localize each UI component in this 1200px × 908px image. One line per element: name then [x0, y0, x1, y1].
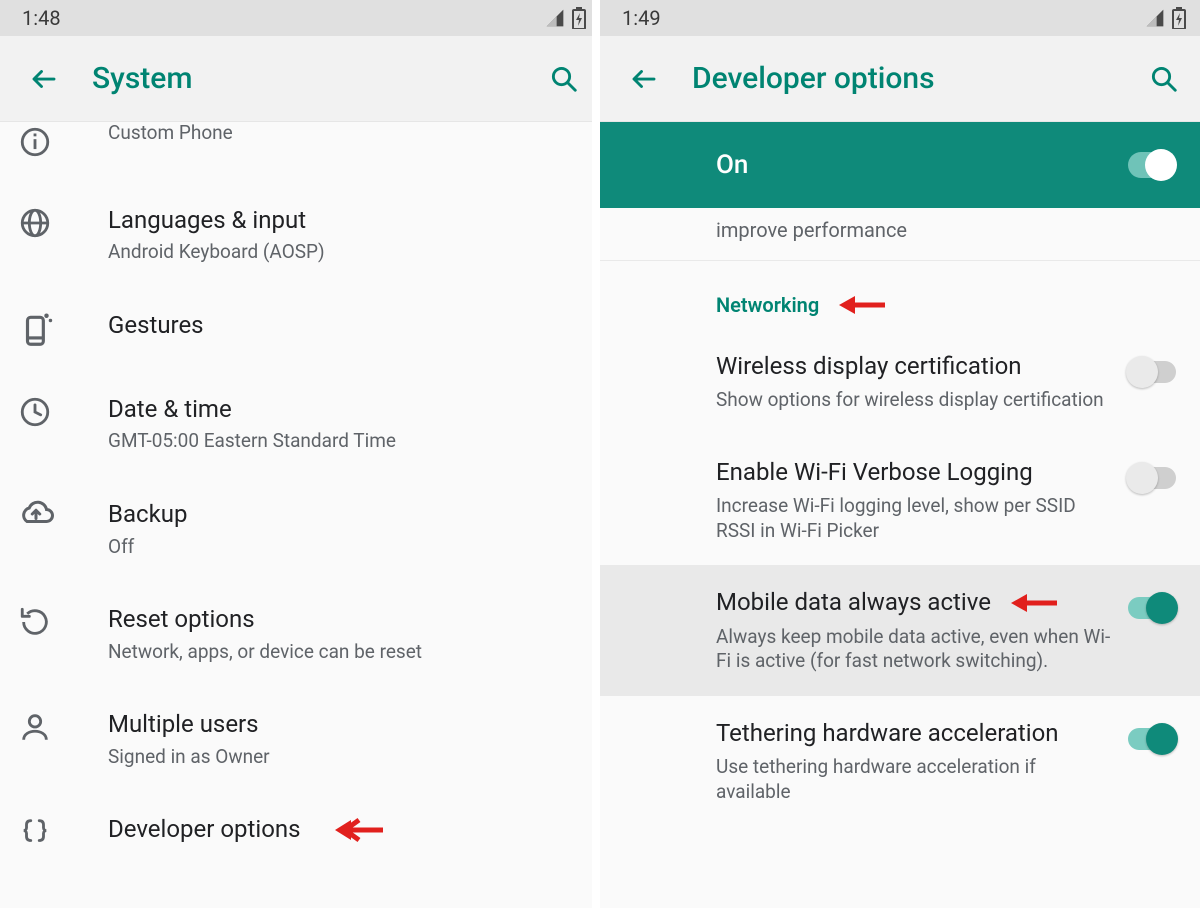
clock-icon [18, 395, 52, 429]
developer-options-master-toggle[interactable]: On [600, 122, 1200, 208]
list-item-multiple-users[interactable]: Multiple users Signed in as Owner [0, 686, 600, 791]
arrow-left-icon [629, 64, 659, 94]
item-title: Date & time [108, 393, 576, 425]
globe-icon [18, 206, 52, 240]
toggle-item-mobile-data-always-active[interactable]: Mobile data always active Always keep mo… [600, 565, 1200, 696]
phone-right-developer-options: 1:49 Developer options On improve perfor… [592, 0, 1200, 908]
list-item-backup[interactable]: Backup Off [0, 476, 600, 581]
search-icon [1149, 64, 1179, 94]
item-title: Gestures [108, 309, 576, 341]
item-subtitle: GMT-05:00 Eastern Standard Time [108, 429, 576, 454]
person-icon [18, 710, 52, 744]
toggle-switch[interactable] [1128, 361, 1176, 383]
item-subtitle: Always keep mobile data active, even whe… [716, 625, 1112, 674]
list-item-languages[interactable]: Languages & input Android Keyboard (AOSP… [0, 182, 600, 287]
gesture-icon [18, 311, 56, 349]
status-bar: 1:49 [600, 0, 1200, 36]
arrow-left-icon [29, 64, 59, 94]
item-subtitle: Increase Wi-Fi logging level, show per S… [716, 494, 1112, 543]
status-icons [1144, 7, 1186, 29]
page-title: System [92, 61, 516, 96]
toggle-item-tethering-hw-accel[interactable]: Tethering hardware acceleration Use teth… [600, 696, 1200, 827]
search-button[interactable] [1142, 57, 1186, 101]
page-title: Developer options [692, 61, 1116, 96]
item-title: Reset options [108, 603, 576, 635]
signal-icon [544, 8, 566, 28]
battery-charging-icon [572, 7, 586, 29]
status-icons [544, 7, 586, 29]
annotation-arrow-icon [331, 816, 383, 844]
app-bar: Developer options [600, 36, 1200, 122]
info-icon [18, 125, 52, 159]
toggle-item-wireless-display-cert[interactable]: Wireless display certification Show opti… [600, 329, 1200, 435]
partial-item-subtitle: improve performance [600, 208, 1200, 261]
list-item-about-phone[interactable]: About phone Custom Phone [0, 122, 600, 182]
search-icon [549, 64, 579, 94]
item-subtitle: Off [108, 535, 576, 560]
item-subtitle: Custom Phone [108, 121, 576, 146]
list-item-developer-options[interactable]: Developer options [0, 791, 600, 871]
item-title: Enable Wi-Fi Verbose Logging [716, 457, 1112, 488]
back-button[interactable] [22, 57, 66, 101]
section-title: Networking [716, 293, 819, 317]
toggle-switch[interactable] [1128, 597, 1176, 619]
status-bar: 1:48 [0, 0, 600, 36]
status-time: 1:49 [622, 6, 661, 30]
item-title: Tethering hardware acceleration [716, 718, 1112, 749]
list-item-gestures[interactable]: Gestures [0, 287, 600, 371]
annotation-arrow-icon [1009, 591, 1057, 615]
signal-icon [1144, 8, 1166, 28]
cloud-upload-icon [18, 500, 54, 528]
item-title: Developer options [108, 813, 301, 845]
annotation-arrow-icon [837, 293, 885, 317]
item-subtitle: Android Keyboard (AOSP) [108, 240, 576, 265]
item-title: Mobile data always active [716, 587, 991, 618]
banner-label: On [624, 150, 1128, 180]
search-button[interactable] [542, 57, 586, 101]
item-subtitle: Show options for wireless display certif… [716, 388, 1112, 413]
list-item-date-time[interactable]: Date & time GMT-05:00 Eastern Standard T… [0, 371, 600, 476]
back-button[interactable] [622, 57, 666, 101]
reset-icon [18, 605, 52, 639]
item-subtitle: Use tethering hardware acceleration if a… [716, 755, 1112, 804]
item-subtitle: Network, apps, or device can be reset [108, 640, 576, 665]
item-title: Backup [108, 498, 576, 530]
toggle-switch[interactable] [1128, 728, 1176, 750]
list-item-reset[interactable]: Reset options Network, apps, or device c… [0, 581, 600, 686]
item-title: Wireless display certification [716, 351, 1112, 382]
section-header-networking: Networking [600, 261, 1200, 329]
toggle-item-wifi-verbose[interactable]: Enable Wi-Fi Verbose Logging Increase Wi… [600, 435, 1200, 566]
item-title: Multiple users [108, 708, 576, 740]
braces-icon [18, 815, 52, 849]
toggle-switch[interactable] [1128, 467, 1176, 489]
settings-list: About phone Custom Phone Languages & inp… [0, 122, 600, 871]
item-title: Languages & input [108, 204, 576, 236]
battery-charging-icon [1172, 7, 1186, 29]
toggle-switch-on[interactable] [1128, 152, 1176, 178]
status-time: 1:48 [22, 6, 61, 30]
app-bar: System [0, 36, 600, 122]
item-subtitle: Signed in as Owner [108, 745, 576, 770]
phone-left-system: 1:48 System About phone Custom Phone Lan… [0, 0, 600, 908]
